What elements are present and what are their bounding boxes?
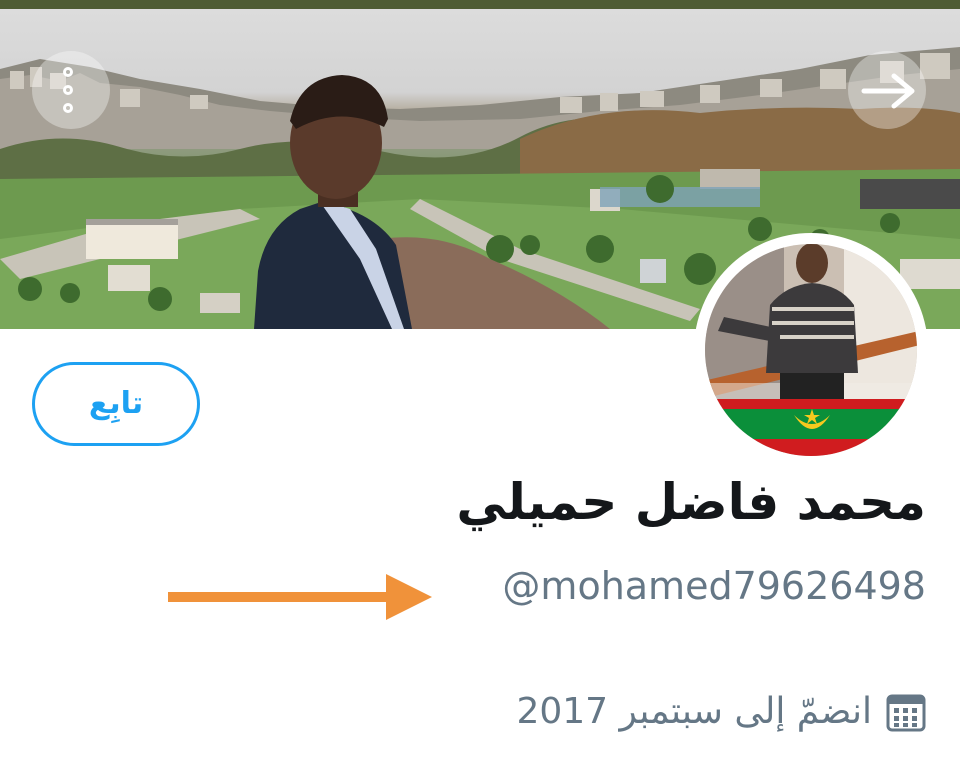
more-options-button[interactable] bbox=[32, 51, 110, 129]
follow-button[interactable]: تابِع bbox=[32, 362, 200, 446]
more-options-dot bbox=[63, 85, 73, 95]
arrow-right-icon bbox=[861, 73, 915, 109]
joined-date-text: انضمّ إلى سبتمبر 2017 bbox=[516, 691, 872, 732]
more-options-icon bbox=[63, 67, 73, 77]
profile-avatar[interactable] bbox=[694, 233, 928, 467]
profile-display-name: محمد فاضل حميلي bbox=[456, 473, 926, 531]
next-button[interactable] bbox=[848, 51, 926, 129]
more-options-dot bbox=[63, 103, 73, 113]
calendar-icon bbox=[886, 694, 926, 732]
top-status-bar bbox=[0, 0, 960, 9]
annotation-arrow-icon bbox=[168, 574, 432, 620]
profile-handle: @mohamed79626498 bbox=[502, 564, 926, 608]
joined-date-row: انضمّ إلى سبتمبر 2017 bbox=[516, 684, 926, 740]
profile-page: تابِع محمد فاضل حميلي @mohamed79626498 ا… bbox=[0, 0, 960, 767]
avatar-photo bbox=[705, 244, 917, 456]
follow-button-label: تابِع bbox=[88, 386, 144, 421]
